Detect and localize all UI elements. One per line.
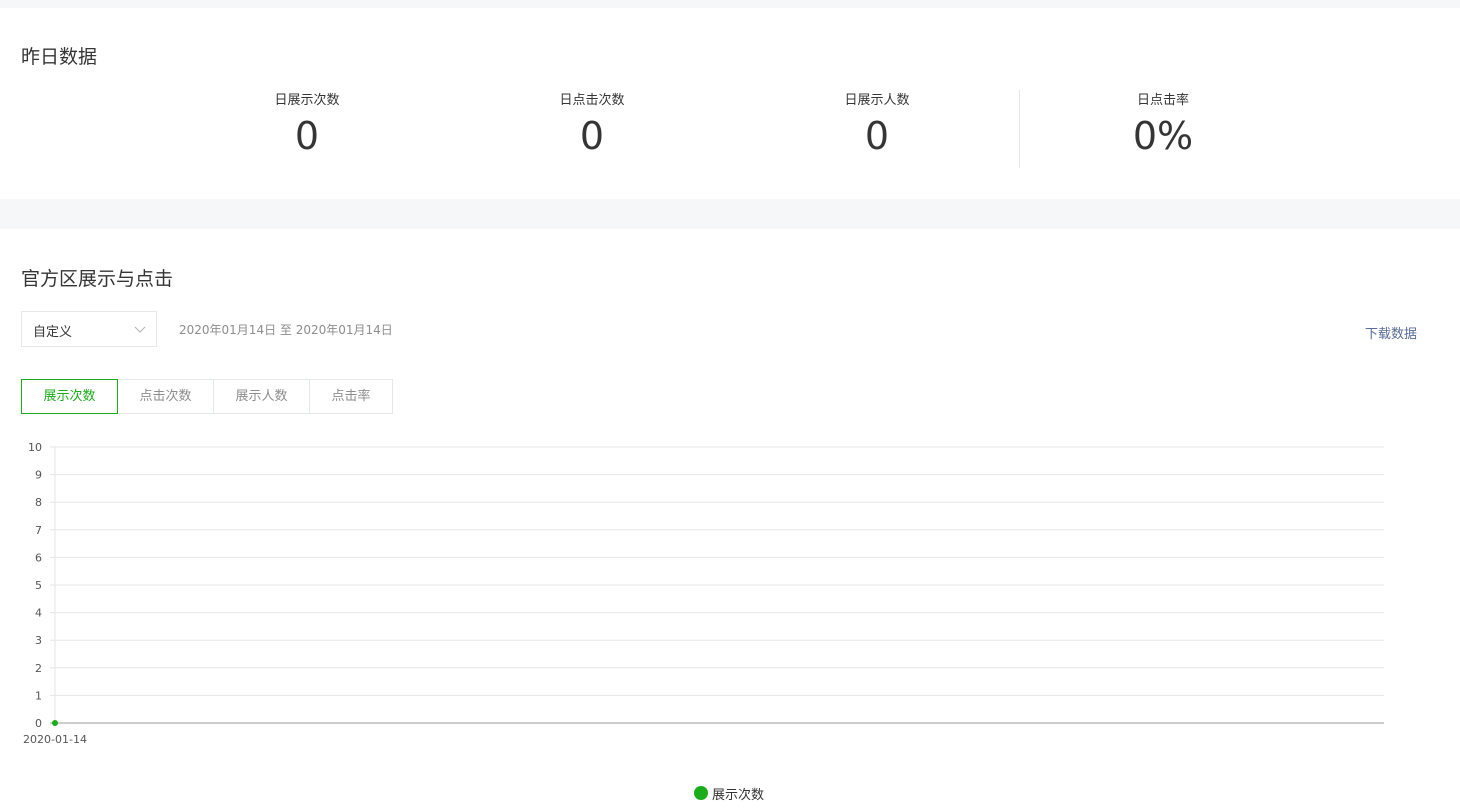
tab-viewers[interactable]: 展示人数 [213, 379, 310, 414]
chevron-down-icon [132, 321, 148, 337]
yesterday-title: 昨日数据 [21, 46, 98, 68]
legend-label: 展示次数 [712, 787, 765, 803]
chart-panel: 官方区展示与点击 自定义 2020年01月14日 至 2020年01月14日 下… [0, 229, 1460, 811]
stat-daily-clicks: 日点击次数 0 [482, 92, 702, 158]
chart-legend: 展示次数 [694, 784, 765, 803]
stat-label: 日展示次数 [274, 93, 340, 108]
y-tick-label: 8 [35, 496, 42, 509]
date-range-select[interactable]: 自定义 [21, 311, 157, 347]
y-tick-label: 5 [35, 579, 42, 592]
stat-value: 0 [294, 114, 320, 158]
legend-marker [694, 786, 708, 800]
y-tick-label: 9 [35, 469, 42, 482]
stat-daily-ctr: 日点击率 0% [1053, 92, 1273, 158]
y-tick-label: 10 [28, 441, 42, 454]
chart-section-title: 官方区展示与点击 [21, 268, 174, 290]
stat-label: 日点击率 [1136, 93, 1189, 108]
y-tick-label: 0 [35, 717, 42, 730]
tab-ctr[interactable]: 点击率 [309, 379, 393, 414]
y-tick-label: 1 [35, 689, 42, 702]
date-range-select-value: 自定义 [33, 325, 73, 340]
download-data-link[interactable]: 下载数据 [1365, 323, 1417, 342]
y-tick-label: 4 [35, 607, 42, 620]
yesterday-panel: 昨日数据 日展示次数 0 日点击次数 0 日展示人数 0 日点击率 0% [0, 8, 1460, 199]
stat-value: 0% [1132, 114, 1194, 158]
tab-impressions[interactable]: 展示次数 [21, 379, 118, 414]
date-range-text: 2020年01月14日 至 2020年01月14日 [179, 323, 393, 337]
stat-daily-viewers: 日展示人数 0 [767, 92, 987, 158]
y-tick-label: 6 [35, 551, 42, 564]
metric-tabs: 展示次数 点击次数 展示人数 点击率 [21, 379, 393, 414]
stat-value: 0 [579, 114, 605, 158]
line-chart: 0 1 2 3 4 5 6 7 8 9 10 2020-01-14 [23, 441, 1384, 746]
stat-value: 0 [864, 114, 890, 158]
x-tick-label: 2020-01-14 [23, 733, 87, 746]
y-tick-label: 3 [35, 634, 42, 647]
stat-label: 日展示人数 [844, 93, 910, 108]
stat-label: 日点击次数 [559, 93, 625, 108]
stat-divider [1019, 90, 1020, 168]
y-tick-label: 7 [35, 524, 42, 537]
y-tick-label: 2 [35, 662, 42, 675]
data-point [52, 720, 58, 726]
tab-clicks[interactable]: 点击次数 [117, 379, 214, 414]
stat-daily-impressions: 日展示次数 0 [197, 92, 417, 158]
